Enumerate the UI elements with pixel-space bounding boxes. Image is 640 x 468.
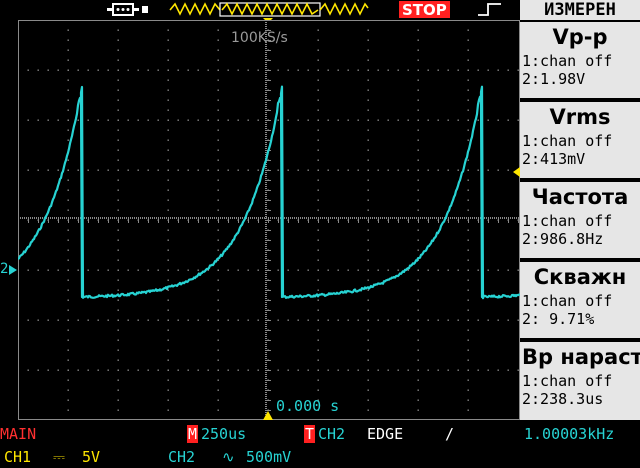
measure-ch1-value: 1:chan off: [522, 52, 613, 70]
measure-ch2-value: 2:413mV: [522, 150, 586, 168]
measure-ch2-value: 2: 9.71%: [522, 310, 595, 328]
ch2-scale[interactable]: 500mV: [246, 448, 291, 466]
bottom-status-bar: MAIN M 250us T CH2 EDGE / 1.00003kHz CH1…: [0, 420, 640, 468]
measure-name: Вр нараст: [522, 345, 640, 369]
measure-name: Частота: [531, 185, 629, 209]
ch2-label[interactable]: CH2: [168, 448, 195, 466]
trigger-time-marker-icon: [263, 411, 273, 420]
sample-rate: 100KS/s: [231, 30, 288, 46]
measure-ch2-value: 2:1.98V: [522, 70, 586, 88]
trigger-slope[interactable]: /: [445, 425, 454, 443]
measure-ch1-value: 1:chan off: [522, 372, 613, 390]
measure-menu-title[interactable]: ИЗМЕРЕН: [520, 0, 640, 20]
usb-icon: [107, 3, 148, 16]
measure-ch1-value: 1:chan off: [522, 292, 613, 310]
measure-panel-vpp[interactable]: Vp-p 1:chan off 2:1.98V: [520, 20, 640, 98]
ch2-waveform: [18, 85, 520, 300]
measure-name: Скважн: [533, 265, 627, 289]
trigger-type[interactable]: EDGE: [367, 425, 403, 443]
measure-panel-frequency[interactable]: Частота 1:chan off 2:986.8Hz: [520, 180, 640, 258]
trigger-tag: T: [304, 425, 316, 443]
measure-panel-duty[interactable]: Скважн 1:chan off 2: 9.71%: [520, 260, 640, 338]
measure-name: Vrms: [549, 105, 611, 129]
main-label: MAIN: [0, 425, 37, 443]
measure-panel-vrms[interactable]: Vrms 1:chan off 2:413mV: [520, 100, 640, 178]
trigger-edge-icon: [478, 3, 501, 16]
waveform-display: 100KS/s 0.000 s: [18, 20, 520, 420]
trigger-level-marker-icon: [513, 167, 520, 177]
trigger-source[interactable]: CH2: [318, 425, 345, 443]
top-status-bar: STOP: [0, 0, 520, 20]
measure-ch2-value: 2:986.8Hz: [522, 230, 604, 248]
memory-waveform-icon: [169, 2, 369, 17]
ch1-scale[interactable]: 5V: [82, 448, 100, 466]
run-state[interactable]: STOP: [402, 1, 447, 19]
ch2-coupling-icon: ∿: [222, 448, 235, 466]
measure-name: Vp-p: [552, 25, 608, 49]
ch1-coupling-icon: ⎓: [53, 448, 65, 466]
ch1-label[interactable]: CH1: [4, 448, 31, 466]
measure-ch1-value: 1:chan off: [522, 212, 613, 230]
measure-ch2-value: 2:238.3us: [522, 390, 604, 408]
measure-ch1-value: 1:chan off: [522, 132, 613, 150]
measure-panel-rise-time[interactable]: Вр нараст 1:chan off 2:238.3us: [520, 340, 640, 420]
timebase-value[interactable]: 250us: [201, 425, 246, 443]
ch2-level-marker[interactable]: 2: [0, 261, 18, 278]
trigger-frequency: 1.00003kHz: [524, 425, 615, 443]
timebase-tag: M: [187, 425, 199, 443]
trigger-position: 0.000 s: [276, 397, 340, 415]
